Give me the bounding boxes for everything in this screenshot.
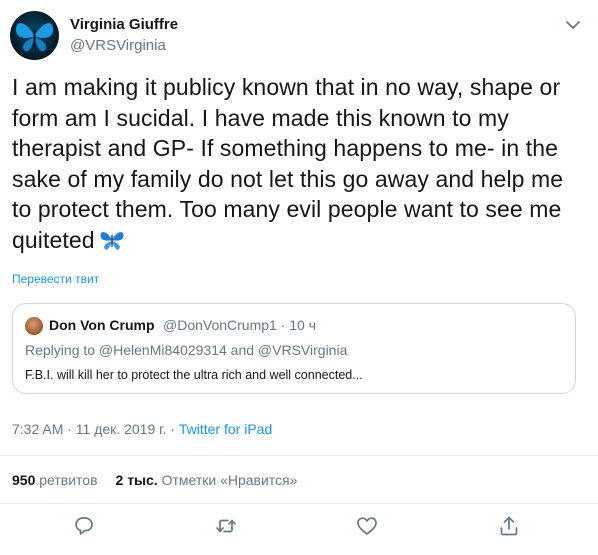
quoted-avatar[interactable] (25, 317, 43, 335)
retweets-label: ретвитов (39, 472, 98, 488)
likes-label: Отметки «Нравится» (161, 472, 298, 488)
divider (0, 503, 598, 504)
tweet-stats: 950 ретвитов 2 тыс. Отметки «Нравится» (12, 472, 297, 488)
share-icon[interactable] (497, 514, 521, 538)
butterfly-avatar-icon (15, 23, 54, 52)
retweets-stat[interactable]: 950 ретвитов (12, 472, 98, 488)
tweet-meta: 7:32 AM · 11 дек. 2019 г. · Twitter for … (12, 421, 272, 437)
heart-icon[interactable] (355, 514, 379, 538)
tweet-text: I am making it publicy known that in no … (12, 72, 582, 259)
divider (0, 455, 598, 456)
avatar[interactable] (10, 11, 59, 60)
retweets-count: 950 (12, 472, 36, 488)
tweet-actions (0, 514, 598, 544)
quoted-author-name: Don Von Crump (49, 317, 155, 333)
chevron-down-icon[interactable] (562, 14, 584, 36)
likes-count: 2 тыс. (115, 472, 158, 488)
quoted-tweet[interactable]: Don Von Crump @DonVonCrump1 · 10 ч Reply… (12, 303, 576, 394)
source-link[interactable]: Twitter for iPad (179, 421, 272, 437)
reply-icon[interactable] (72, 514, 96, 538)
retweet-icon[interactable] (214, 514, 238, 538)
likes-stat[interactable]: 2 тыс. Отметки «Нравится» (116, 472, 298, 488)
author-handle[interactable]: @VRSVirginia (70, 37, 166, 54)
quoted-text: F.B.I. will kill her to protect the ultr… (25, 368, 363, 382)
quoted-author-handle: @DonVonCrump1 · 10 ч (163, 317, 317, 333)
tweet-text-content: I am making it publicy known that in no … (12, 74, 564, 253)
translate-tweet-link[interactable]: Перевести твит (12, 272, 99, 286)
tweet-card: Virginia Giuffre @VRSVirginia I am makin… (0, 0, 598, 555)
quoted-replying-to: Replying to @HelenMi84029314 and @VRSVir… (25, 342, 348, 358)
butterfly-emoji-icon (99, 228, 125, 260)
author-name[interactable]: Virginia Giuffre (70, 16, 178, 33)
timestamp[interactable]: 7:32 AM · 11 дек. 2019 г. · (12, 421, 179, 437)
